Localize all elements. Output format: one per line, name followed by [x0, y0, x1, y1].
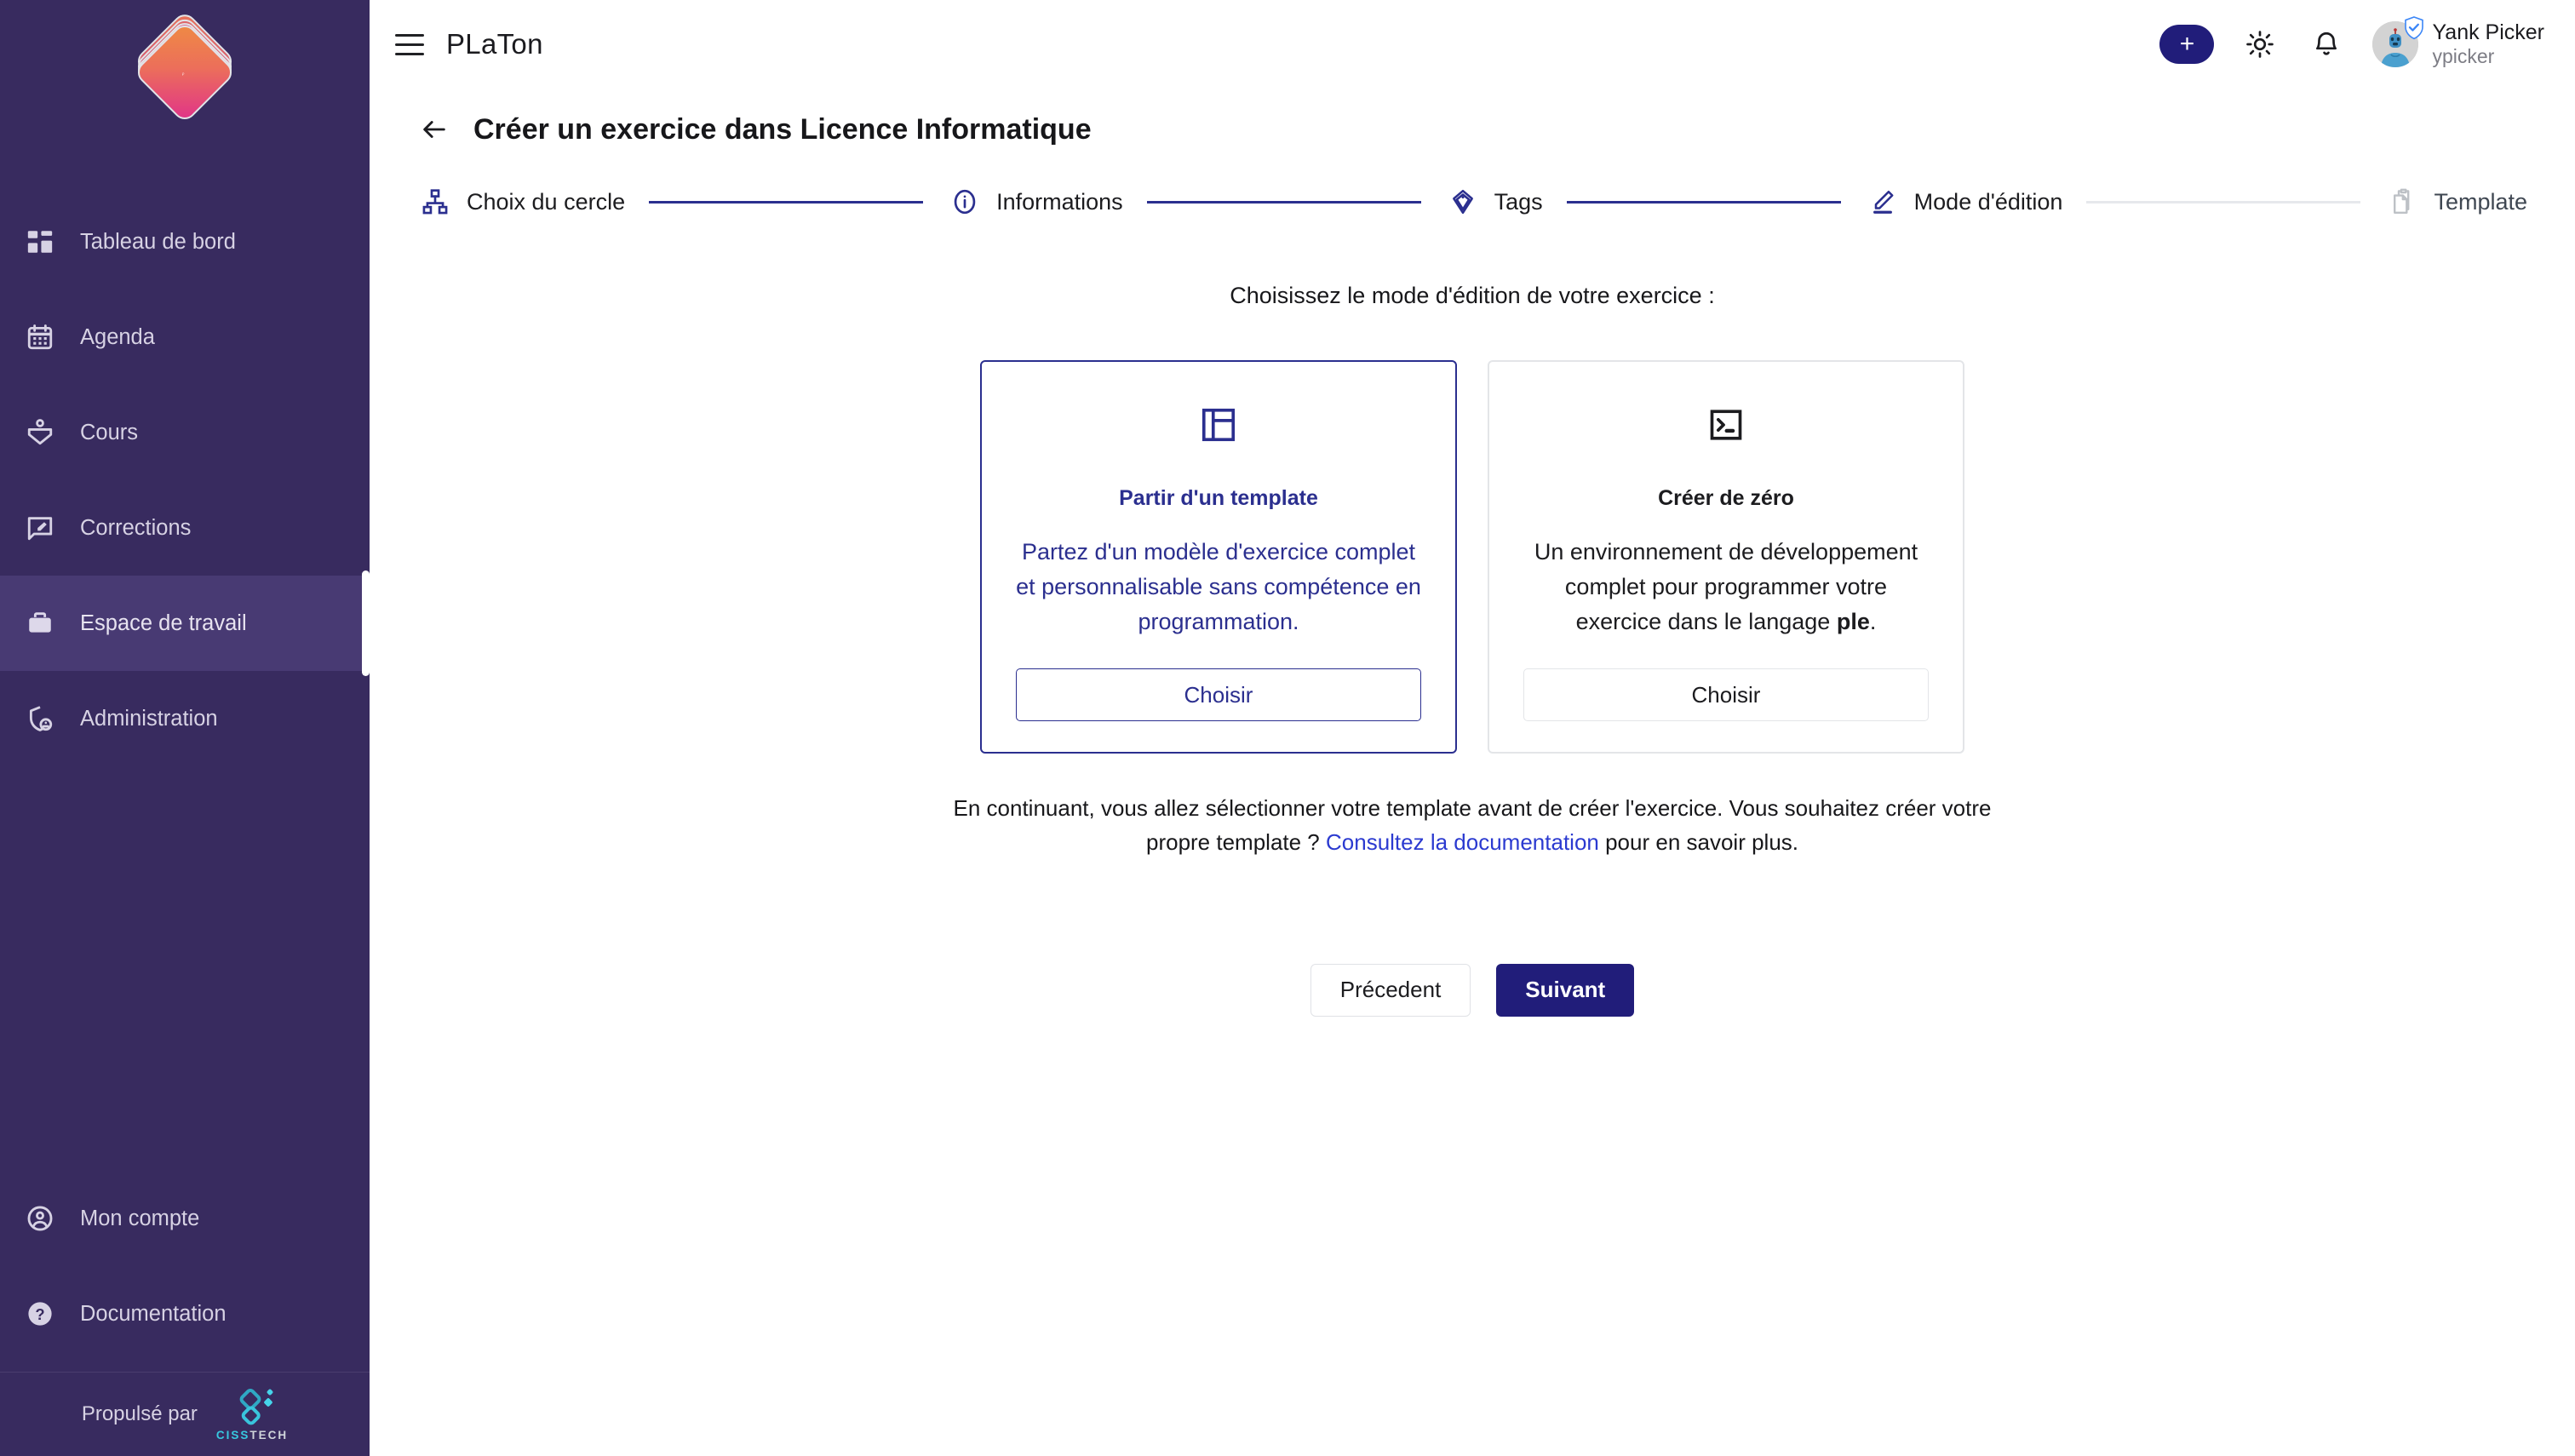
platon-logo-glyph: [182, 72, 185, 76]
card-description-tail: .: [1869, 609, 1877, 635]
card-title: Créer de zéro: [1658, 486, 1794, 510]
app-root: Tableau de bord Agenda Cours Corrections…: [0, 0, 2575, 1456]
step-connector: [1146, 200, 1421, 203]
card-title: Partir d'un template: [1119, 486, 1318, 510]
powered-by-label: Propulsé par: [81, 1402, 198, 1425]
powered-by: Propulsé par CISSTECH: [0, 1373, 370, 1456]
sidebar-item-administration[interactable]: Administration: [0, 671, 370, 766]
cisstech-brand-first: CISS: [215, 1428, 250, 1442]
card-description: Partez d'un modèle d'exercice complet et…: [1016, 539, 1421, 635]
bell-icon[interactable]: [2306, 24, 2347, 65]
step-label: Informations: [996, 188, 1123, 215]
sidebar-item-label: Agenda: [80, 324, 155, 349]
terminal-icon: [1707, 398, 1745, 452]
edition-mode-instruction: Choisissez le mode d'édition de votre ex…: [1230, 283, 1715, 308]
document-copy-icon: [2384, 184, 2420, 220]
choose-scratch-button[interactable]: Choisir: [1523, 668, 1929, 721]
card-description-language: ple: [1836, 609, 1870, 635]
app-brand-title: PLaTon: [446, 28, 543, 60]
step-label: Template: [2434, 188, 2527, 215]
sidebar-item-label: Administration: [80, 706, 218, 731]
svg-text:?: ?: [35, 1305, 44, 1323]
sidebar-bottom-nav: Mon compte ? Documentation Propulsé par: [0, 1171, 370, 1456]
sidebar-item-corrections[interactable]: Corrections: [0, 480, 370, 576]
briefcase-icon: [22, 605, 58, 641]
user-handle: ypicker: [2432, 45, 2495, 68]
sidebar-item-label: Mon compte: [80, 1206, 200, 1230]
step-label: Tags: [1494, 188, 1543, 215]
avatar: [2372, 16, 2424, 67]
step-choix-du-cercle[interactable]: Choix du cercle: [417, 184, 625, 220]
layout-template-icon: [1200, 398, 1237, 452]
step-tags[interactable]: Tags: [1445, 184, 1543, 220]
review-icon: [22, 510, 58, 546]
page-title: Créer un exercice dans Licence Informati…: [473, 112, 1092, 146]
choose-template-button[interactable]: Choisir: [1016, 668, 1421, 721]
add-button[interactable]: +: [2159, 25, 2215, 64]
shield-user-icon: [22, 701, 58, 737]
verified-shield-icon: [2405, 16, 2424, 40]
main-area: PLaTon + Yank Picker ypicker Créer un ex…: [370, 0, 2575, 1456]
card-partir-d-un-template[interactable]: Partir d'un template Partez d'un modèle …: [980, 360, 1457, 754]
help-circle-icon: ?: [22, 1296, 58, 1332]
wizard-actions: Précedent Suivant: [1310, 963, 1635, 1017]
page-header: Créer un exercice dans Licence Informati…: [0, 89, 2575, 146]
step-connector: [2086, 200, 2361, 203]
stepper: Choix du cercle Informations Tags Mode d…: [370, 184, 2575, 220]
step-connector: [1566, 200, 1841, 203]
sidebar-item-documentation[interactable]: ? Documentation: [0, 1266, 370, 1361]
sidebar-item-espace-de-travail[interactable]: Espace de travail: [0, 570, 370, 676]
note-tail: pour en savoir plus.: [1598, 829, 1799, 856]
sitemap-icon: [417, 184, 453, 220]
sidebar-item-label: Espace de travail: [80, 610, 247, 635]
sidebar-item-cours[interactable]: Cours: [0, 385, 370, 480]
sidebar-item-mon-compte[interactable]: Mon compte: [0, 1171, 370, 1266]
course-icon: [22, 415, 58, 450]
sidebar-item-label: Tableau de bord: [80, 229, 236, 254]
documentation-link[interactable]: Consultez la documentation: [1326, 829, 1599, 855]
main-content: Choisissez le mode d'édition de votre ex…: [370, 220, 2575, 1017]
account-circle-icon: [22, 1201, 58, 1236]
info-circle-icon: [947, 184, 983, 220]
step-mode-d-edition[interactable]: Mode d'édition: [1865, 184, 2063, 220]
sidebar-item-label: Corrections: [80, 515, 192, 540]
dashboard-icon: [22, 224, 58, 260]
pencil-icon: [1865, 184, 1901, 220]
previous-button[interactable]: Précedent: [1310, 963, 1471, 1017]
sidebar-item-label: Documentation: [80, 1301, 227, 1326]
next-button[interactable]: Suivant: [1496, 963, 1635, 1017]
topbar: PLaTon + Yank Picker ypicker: [370, 0, 2575, 89]
sidebar: Tableau de bord Agenda Cours Corrections…: [0, 0, 370, 1456]
cisstech-mark-icon: [239, 1388, 273, 1424]
step-informations[interactable]: Informations: [947, 184, 1123, 220]
step-label: Mode d'édition: [1913, 188, 2063, 215]
cisstech-logo: CISSTECH: [216, 1388, 288, 1442]
step-label: Choix du cercle: [467, 188, 626, 215]
cisstech-brand-second: TECH: [249, 1428, 289, 1442]
card-description: Un environnement de développement comple…: [1523, 535, 1929, 639]
user-menu[interactable]: Yank Picker ypicker: [2372, 16, 2544, 68]
hamburger-icon[interactable]: [395, 26, 433, 63]
topbar-actions: + Yank Picker ypicker: [2159, 16, 2544, 68]
arrow-left-icon[interactable]: [417, 112, 451, 146]
step-connector: [649, 200, 924, 203]
sidebar-item-tableau-de-bord[interactable]: Tableau de bord: [0, 194, 370, 289]
sidebar-item-agenda[interactable]: Agenda: [0, 289, 370, 385]
continuation-note: En continuant, vous allez sélectionner v…: [944, 791, 2000, 860]
edition-mode-cards: Partir d'un template Partez d'un modèle …: [980, 360, 1964, 754]
user-name: Yank Picker: [2432, 20, 2544, 45]
calendar-icon: [22, 319, 58, 355]
sun-icon[interactable]: [2240, 24, 2280, 65]
sidebar-item-label: Cours: [80, 420, 139, 444]
step-template[interactable]: Template: [2384, 184, 2527, 220]
sidebar-nav: Tableau de bord Agenda Cours Corrections…: [0, 145, 370, 1171]
card-creer-de-zero[interactable]: Créer de zéro Un environnement de dévelo…: [1488, 360, 1964, 754]
tag-icon: [1445, 184, 1481, 220]
